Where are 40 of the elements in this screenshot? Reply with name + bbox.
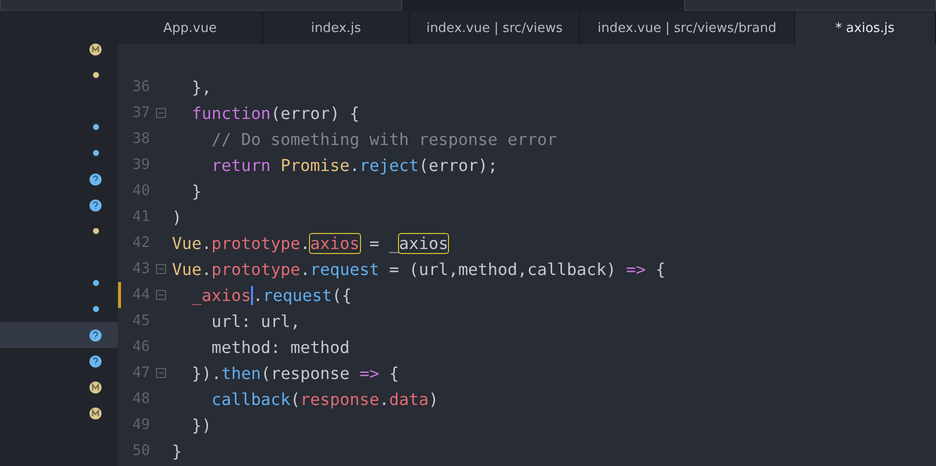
code-line: return Promise.reject(error); [210, 156, 498, 174]
file-tab[interactable]: index.js [263, 12, 410, 44]
file-row[interactable] [0, 322, 118, 348]
fold-icon[interactable] [156, 108, 166, 118]
line-number: 42 [132, 235, 150, 251]
code-line: _axios.request({ [172, 286, 352, 304]
code-line: method: method [210, 338, 350, 356]
fold-icon[interactable] [156, 290, 166, 300]
line-number: 44 [132, 287, 150, 303]
line-number: 38 [132, 131, 150, 147]
file-tab[interactable]: App.vue [118, 12, 263, 44]
line-number: 40 [132, 183, 150, 199]
file-tab[interactable]: index.vue | src/views [410, 12, 580, 44]
line-number: 37 [132, 105, 150, 121]
line-number: 41 [132, 209, 150, 225]
code-line: function(error) { [190, 104, 360, 122]
line-number: 46 [132, 339, 150, 355]
line-number: 43 [132, 261, 150, 277]
line-number: 36 [132, 79, 150, 95]
fold-icon[interactable] [156, 368, 166, 378]
code-line: } [190, 182, 202, 200]
code-line: }).then(response => { [190, 364, 400, 382]
code-line: callback(response.data) [210, 390, 438, 408]
file-tab[interactable]: index.vue | src/views/brand [580, 12, 795, 44]
code-line: }, [190, 78, 212, 96]
fold-icon[interactable] [156, 264, 166, 274]
line-number: 39 [132, 157, 150, 173]
file-tab[interactable]: * axios.js [795, 12, 936, 44]
line-number: 49 [132, 417, 150, 433]
code-line: url: url, [210, 312, 300, 330]
code-line: } [172, 442, 182, 460]
line-number: 48 [132, 391, 150, 407]
code-line: // Do something with response error [210, 130, 557, 148]
line-number: 45 [132, 313, 150, 329]
code-line: }) [190, 416, 212, 434]
line-number: 47 [132, 365, 150, 381]
line-number: 50 [132, 443, 150, 459]
code-line: ) [172, 208, 182, 226]
code-line: Vue.prototype.request = (url,method,callback) => { [172, 260, 666, 278]
code-line: Vue.prototype.axios = _axios [172, 234, 448, 252]
